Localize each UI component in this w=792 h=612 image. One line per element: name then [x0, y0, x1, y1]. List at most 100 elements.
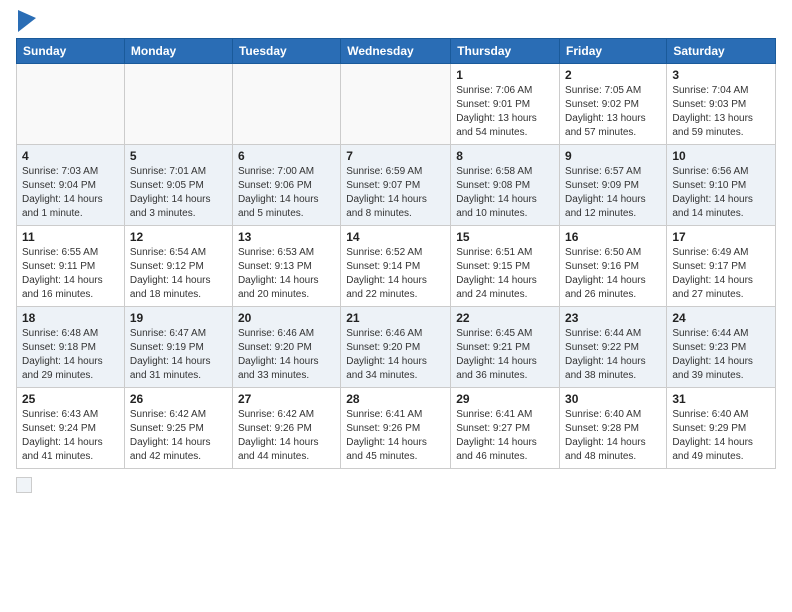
calendar-cell: 29 Sunrise: 6:41 AM Sunset: 9:27 PM Dayli…	[451, 388, 560, 469]
calendar-table: SundayMondayTuesdayWednesdayThursdayFrid…	[16, 38, 776, 469]
day-number: 26	[130, 392, 227, 406]
day-number: 16	[565, 230, 661, 244]
day-detail: Sunrise: 6:48 AM Sunset: 9:18 PM Dayligh…	[22, 327, 119, 383]
day-number: 22	[456, 311, 554, 325]
day-number: 27	[238, 392, 335, 406]
day-detail: Sunrise: 6:51 AM Sunset: 9:15 PM Dayligh…	[456, 246, 554, 302]
day-number: 18	[22, 311, 119, 325]
day-number: 4	[22, 149, 119, 163]
day-detail: Sunrise: 7:00 AM Sunset: 9:06 PM Dayligh…	[238, 165, 335, 221]
day-number: 7	[346, 149, 445, 163]
footer	[16, 477, 776, 493]
calendar-header-saturday: Saturday	[667, 39, 776, 64]
page: SundayMondayTuesdayWednesdayThursdayFrid…	[0, 0, 792, 612]
day-detail: Sunrise: 7:04 AM Sunset: 9:03 PM Dayligh…	[672, 84, 770, 140]
day-detail: Sunrise: 6:53 AM Sunset: 9:13 PM Dayligh…	[238, 246, 335, 302]
day-detail: Sunrise: 6:47 AM Sunset: 9:19 PM Dayligh…	[130, 327, 227, 383]
day-detail: Sunrise: 7:05 AM Sunset: 9:02 PM Dayligh…	[565, 84, 661, 140]
day-detail: Sunrise: 6:49 AM Sunset: 9:17 PM Dayligh…	[672, 246, 770, 302]
day-number: 17	[672, 230, 770, 244]
day-number: 5	[130, 149, 227, 163]
day-detail: Sunrise: 6:56 AM Sunset: 9:10 PM Dayligh…	[672, 165, 770, 221]
day-detail: Sunrise: 6:52 AM Sunset: 9:14 PM Dayligh…	[346, 246, 445, 302]
daylight-box-icon	[16, 477, 32, 493]
calendar-cell: 19Sunrise: 6:47 AM Sunset: 9:19 PM Dayli…	[124, 307, 232, 388]
day-number: 24	[672, 311, 770, 325]
day-detail: Sunrise: 6:42 AM Sunset: 9:25 PM Dayligh…	[130, 408, 227, 464]
calendar-cell: 21 Sunrise: 6:46 AM Sunset: 9:20 PM Dayli…	[341, 307, 451, 388]
calendar-header-sunday: Sunday	[17, 39, 125, 64]
day-number: 15	[456, 230, 554, 244]
calendar-week-row: 25 Sunrise: 6:43 AM Sunset: 9:24 PM Dayli…	[17, 388, 776, 469]
day-detail: Sunrise: 6:55 AM Sunset: 9:11 PM Dayligh…	[22, 246, 119, 302]
calendar-cell: 16 Sunrise: 6:50 AM Sunset: 9:16 PM Dayli…	[560, 226, 667, 307]
day-number: 11	[22, 230, 119, 244]
day-number: 28	[346, 392, 445, 406]
day-number: 21	[346, 311, 445, 325]
day-detail: Sunrise: 6:41 AM Sunset: 9:27 PM Dayligh…	[456, 408, 554, 464]
calendar-cell: 13 Sunrise: 6:53 AM Sunset: 9:13 PM Dayli…	[232, 226, 340, 307]
day-detail: Sunrise: 6:50 AM Sunset: 9:16 PM Dayligh…	[565, 246, 661, 302]
day-detail: Sunrise: 6:43 AM Sunset: 9:24 PM Dayligh…	[22, 408, 119, 464]
calendar-cell: 24 Sunrise: 6:44 AM Sunset: 9:23 PM Dayli…	[667, 307, 776, 388]
calendar-week-row: 4 Sunrise: 7:03 AM Sunset: 9:04 PM Daylig…	[17, 145, 776, 226]
calendar-cell: 23Sunrise: 6:44 AM Sunset: 9:22 PM Dayli…	[560, 307, 667, 388]
day-detail: Sunrise: 6:46 AM Sunset: 9:20 PM Dayligh…	[346, 327, 445, 383]
calendar-cell: 15 Sunrise: 6:51 AM Sunset: 9:15 PM Dayli…	[451, 226, 560, 307]
calendar-cell: 31Sunrise: 6:40 AM Sunset: 9:29 PM Dayli…	[667, 388, 776, 469]
calendar-header-wednesday: Wednesday	[341, 39, 451, 64]
calendar-cell: 25 Sunrise: 6:43 AM Sunset: 9:24 PM Dayli…	[17, 388, 125, 469]
calendar-cell	[124, 64, 232, 145]
calendar-cell	[232, 64, 340, 145]
day-number: 8	[456, 149, 554, 163]
calendar-cell: 12 Sunrise: 6:54 AM Sunset: 9:12 PM Dayli…	[124, 226, 232, 307]
day-number: 13	[238, 230, 335, 244]
day-number: 14	[346, 230, 445, 244]
day-detail: Sunrise: 6:57 AM Sunset: 9:09 PM Dayligh…	[565, 165, 661, 221]
day-detail: Sunrise: 6:40 AM Sunset: 9:28 PM Dayligh…	[565, 408, 661, 464]
calendar-week-row: 18 Sunrise: 6:48 AM Sunset: 9:18 PM Dayli…	[17, 307, 776, 388]
calendar-header-monday: Monday	[124, 39, 232, 64]
day-detail: Sunrise: 6:40 AM Sunset: 9:29 PM Dayligh…	[672, 408, 770, 464]
day-detail: Sunrise: 6:58 AM Sunset: 9:08 PM Dayligh…	[456, 165, 554, 221]
calendar-cell: 9 Sunrise: 6:57 AM Sunset: 9:09 PM Daylig…	[560, 145, 667, 226]
day-detail: Sunrise: 6:44 AM Sunset: 9:22 PM Dayligh…	[565, 327, 661, 383]
calendar-cell: 17 Sunrise: 6:49 AM Sunset: 9:17 PM Dayli…	[667, 226, 776, 307]
calendar-cell: 20Sunrise: 6:46 AM Sunset: 9:20 PM Dayli…	[232, 307, 340, 388]
calendar-header-thursday: Thursday	[451, 39, 560, 64]
day-detail: Sunrise: 7:06 AM Sunset: 9:01 PM Dayligh…	[456, 84, 554, 140]
day-number: 10	[672, 149, 770, 163]
calendar-cell: 2 Sunrise: 7:05 AM Sunset: 9:02 PM Daylig…	[560, 64, 667, 145]
day-number: 9	[565, 149, 661, 163]
day-number: 12	[130, 230, 227, 244]
day-detail: Sunrise: 7:03 AM Sunset: 9:04 PM Dayligh…	[22, 165, 119, 221]
calendar-cell: 27 Sunrise: 6:42 AM Sunset: 9:26 PM Dayli…	[232, 388, 340, 469]
day-detail: Sunrise: 6:44 AM Sunset: 9:23 PM Dayligh…	[672, 327, 770, 383]
calendar-cell: 4 Sunrise: 7:03 AM Sunset: 9:04 PM Daylig…	[17, 145, 125, 226]
calendar-cell: 26 Sunrise: 6:42 AM Sunset: 9:25 PM Dayli…	[124, 388, 232, 469]
day-detail: Sunrise: 6:42 AM Sunset: 9:26 PM Dayligh…	[238, 408, 335, 464]
calendar-cell	[341, 64, 451, 145]
day-number: 25	[22, 392, 119, 406]
day-detail: Sunrise: 6:54 AM Sunset: 9:12 PM Dayligh…	[130, 246, 227, 302]
calendar-cell: 5Sunrise: 7:01 AM Sunset: 9:05 PM Daylig…	[124, 145, 232, 226]
calendar-cell: 3Sunrise: 7:04 AM Sunset: 9:03 PM Daylig…	[667, 64, 776, 145]
calendar-week-row: 11 Sunrise: 6:55 AM Sunset: 9:11 PM Dayli…	[17, 226, 776, 307]
day-number: 30	[565, 392, 661, 406]
calendar-header-friday: Friday	[560, 39, 667, 64]
calendar-cell: 7Sunrise: 6:59 AM Sunset: 9:07 PM Daylig…	[341, 145, 451, 226]
day-detail: Sunrise: 6:41 AM Sunset: 9:26 PM Dayligh…	[346, 408, 445, 464]
calendar-cell	[17, 64, 125, 145]
calendar-cell: 28 Sunrise: 6:41 AM Sunset: 9:26 PM Dayli…	[341, 388, 451, 469]
logo-icon	[18, 10, 36, 32]
calendar-header-tuesday: Tuesday	[232, 39, 340, 64]
calendar-week-row: 1Sunrise: 7:06 AM Sunset: 9:01 PM Daylig…	[17, 64, 776, 145]
calendar-cell: 30 Sunrise: 6:40 AM Sunset: 9:28 PM Dayli…	[560, 388, 667, 469]
day-number: 2	[565, 68, 661, 82]
header	[16, 10, 776, 32]
calendar-cell: 18 Sunrise: 6:48 AM Sunset: 9:18 PM Dayli…	[17, 307, 125, 388]
day-number: 29	[456, 392, 554, 406]
day-detail: Sunrise: 6:46 AM Sunset: 9:20 PM Dayligh…	[238, 327, 335, 383]
calendar-cell: 11 Sunrise: 6:55 AM Sunset: 9:11 PM Dayli…	[17, 226, 125, 307]
calendar-cell: 8 Sunrise: 6:58 AM Sunset: 9:08 PM Daylig…	[451, 145, 560, 226]
